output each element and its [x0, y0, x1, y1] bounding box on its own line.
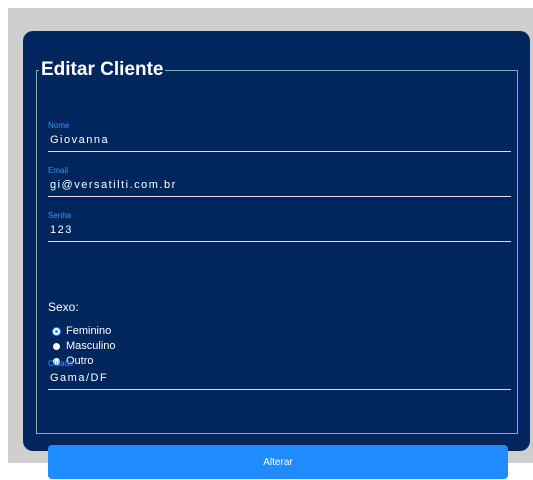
senha-input[interactable]: [48, 221, 511, 242]
cidade-label: Cidade: [48, 359, 74, 368]
senha-field: Senha: [48, 211, 511, 242]
senha-label: Senha: [48, 211, 72, 220]
nome-input[interactable]: [48, 131, 511, 152]
radio-button-feminino[interactable]: [53, 328, 60, 335]
radio-option-masculino[interactable]: Masculino: [53, 341, 116, 352]
sexo-label: Sexo:: [48, 300, 79, 314]
radio-label-feminino: Feminino: [66, 325, 112, 337]
cidade-input[interactable]: [48, 369, 511, 390]
email-input[interactable]: [48, 176, 511, 197]
alterar-button[interactable]: Alterar: [48, 445, 508, 479]
edit-client-card: Editar Cliente Nome Email Senha Sexo: Fe…: [23, 31, 530, 479]
form-title: Editar Cliente: [41, 59, 164, 80]
email-field: Email: [48, 166, 511, 197]
cidade-field: Cidade: [48, 359, 511, 390]
email-label: Email: [48, 166, 69, 175]
radio-button-masculino[interactable]: [53, 343, 60, 350]
radio-label-masculino: Masculino: [66, 340, 116, 352]
nome-label: Nome: [48, 121, 70, 130]
nome-field: Nome: [48, 121, 511, 152]
radio-option-feminino[interactable]: Feminino: [53, 326, 116, 337]
edit-client-form: Editar Cliente Nome Email Senha Sexo: Fe…: [36, 59, 518, 479]
